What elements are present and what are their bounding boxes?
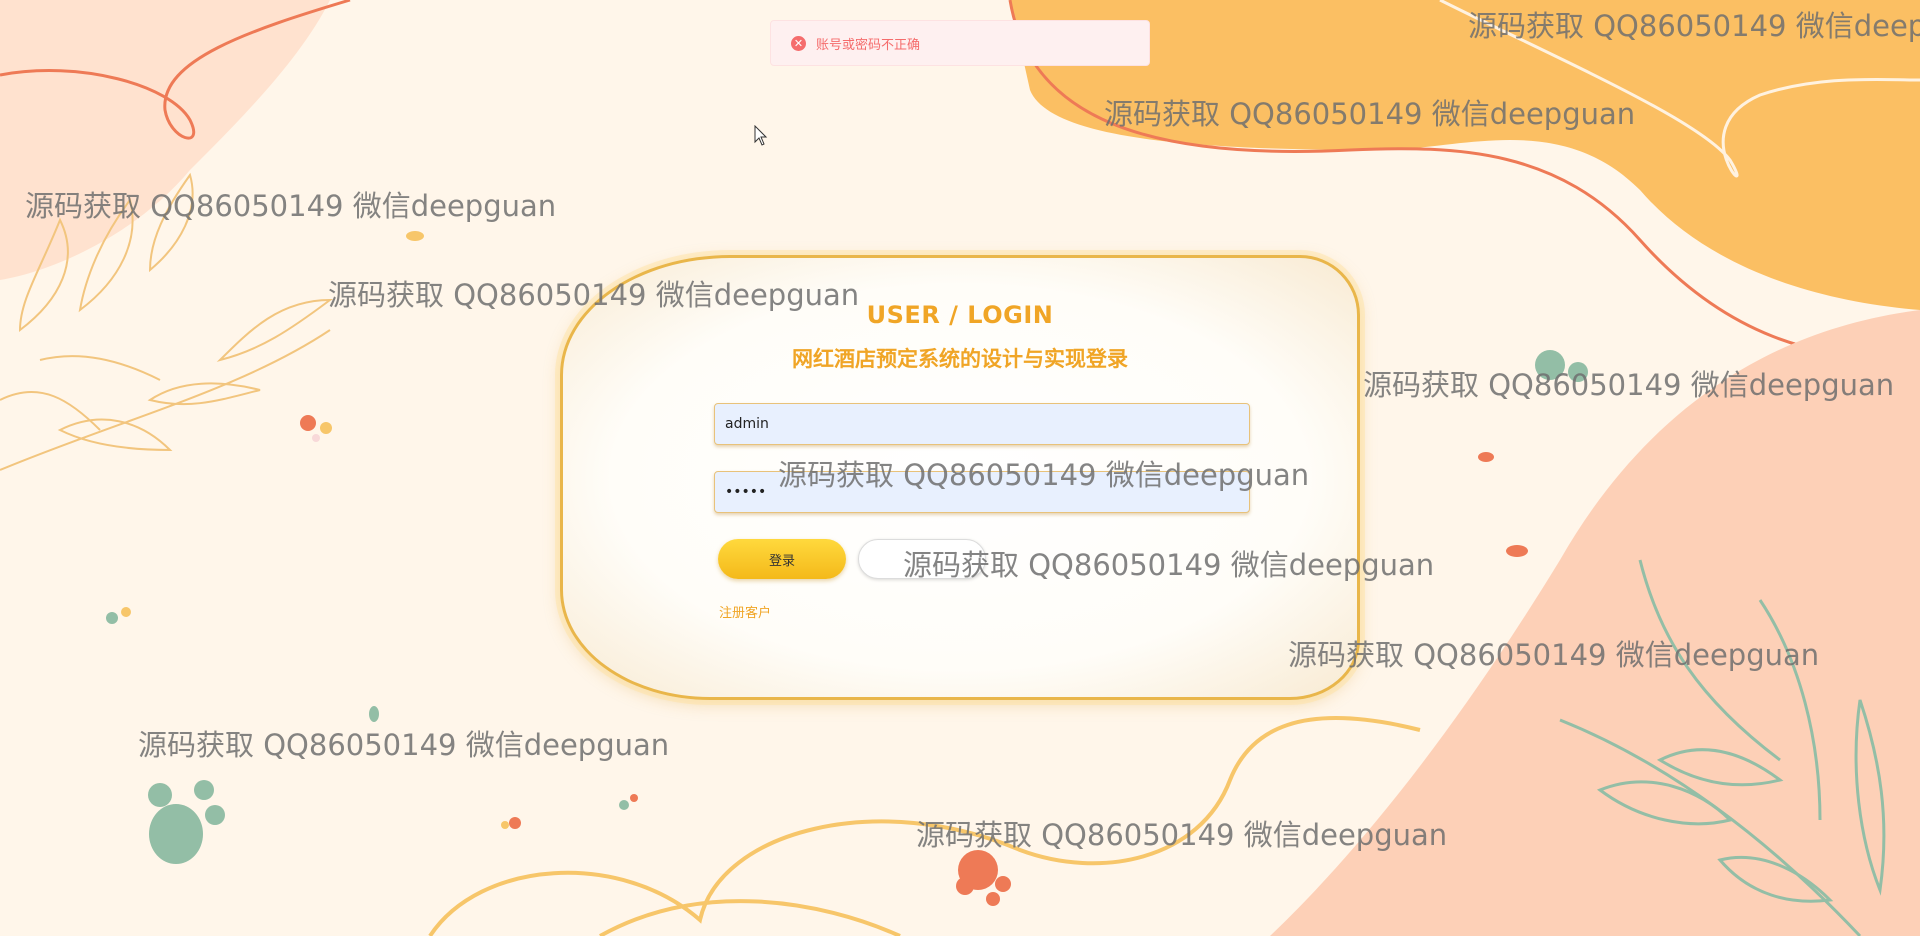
error-toast: ✕ 账号或密码不正确 (770, 20, 1150, 66)
mouse-cursor-icon (754, 125, 768, 146)
password-input[interactable] (714, 471, 1250, 513)
toast-message: 账号或密码不正确 (816, 37, 921, 53)
login-heading: USER / LOGIN (866, 301, 1054, 329)
error-circle-icon: ✕ (791, 35, 806, 51)
login-button[interactable]: 登录 (718, 539, 846, 579)
secondary-button[interactable] (858, 539, 986, 579)
username-input[interactable] (714, 403, 1250, 445)
register-link[interactable]: 注册客户 (719, 602, 771, 621)
login-card: USER / LOGIN 网红酒店预定系统的设计与实现登录 登录 注册客户 (560, 255, 1360, 700)
login-subtitle: 网红酒店预定系统的设计与实现登录 (792, 347, 1128, 371)
